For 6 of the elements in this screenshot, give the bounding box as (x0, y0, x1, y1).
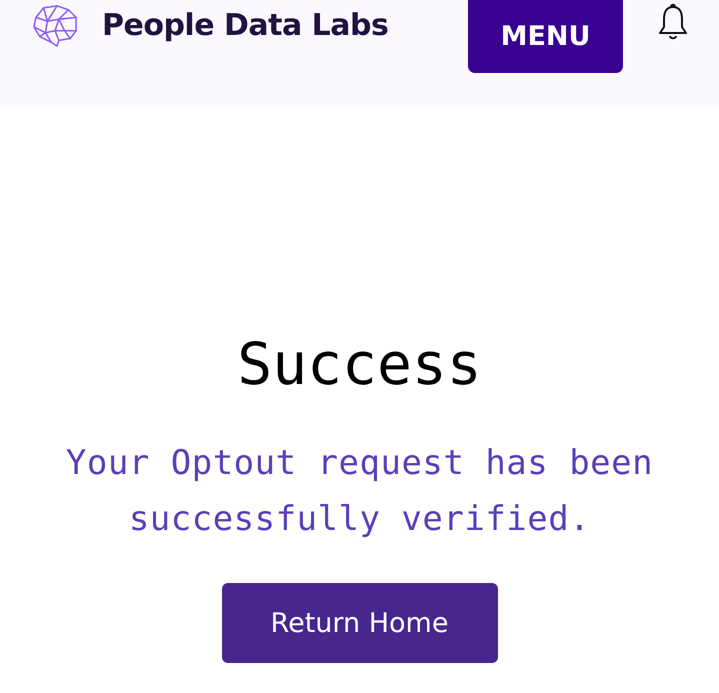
success-heading: Success (237, 335, 482, 393)
menu-button[interactable]: MENU (468, 0, 623, 73)
brain-logo-icon (32, 4, 80, 48)
brand-name: People Data Labs (102, 8, 388, 43)
confirmation-message: Your Optout request has been successfully verified. (64, 442, 654, 541)
return-home-button[interactable]: Return Home (222, 583, 498, 663)
